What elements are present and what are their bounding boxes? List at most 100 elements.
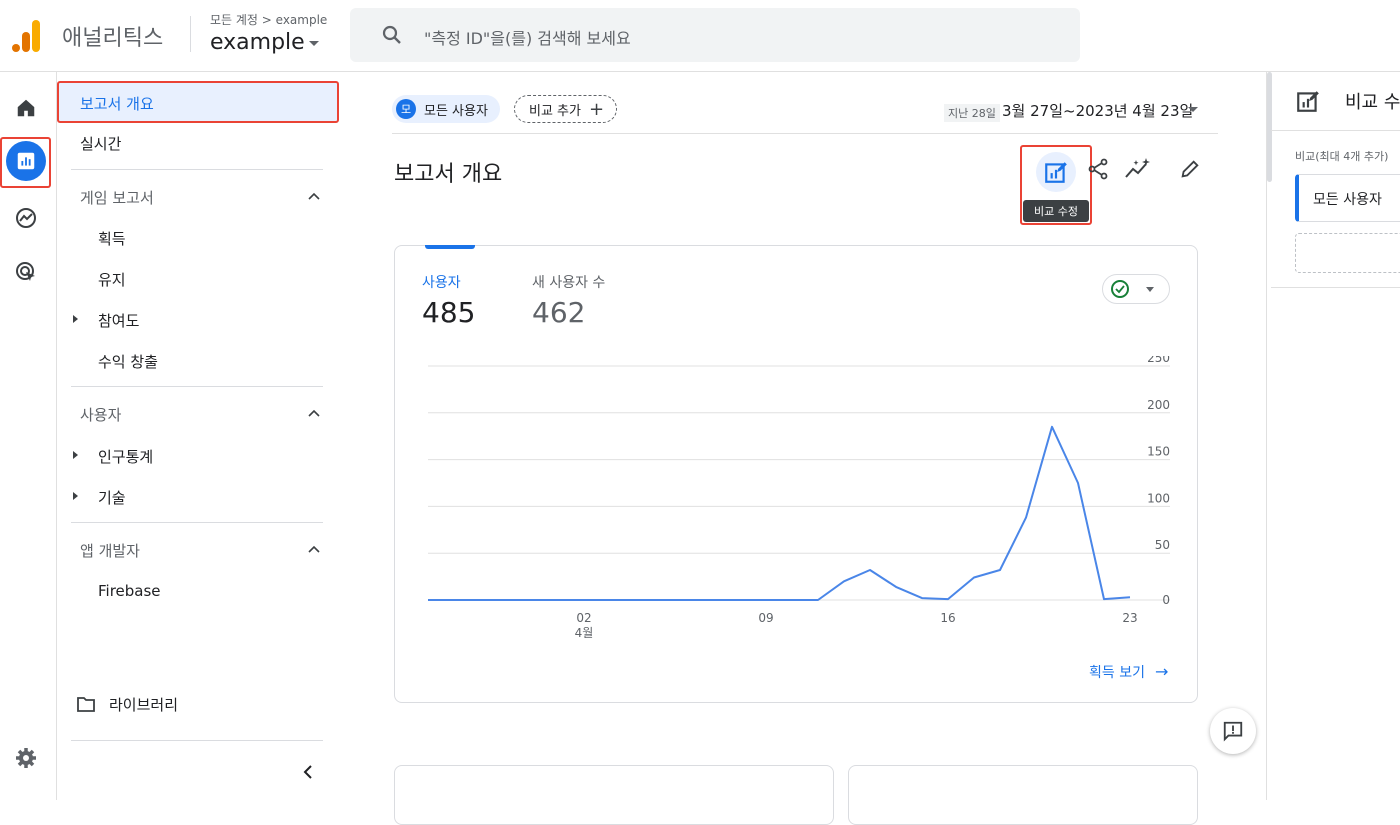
comparison-chip-all-users[interactable]: 모 모든 사용자 <box>392 95 500 123</box>
sidebar-item-retention[interactable]: 유지 <box>98 269 126 290</box>
share-button[interactable] <box>1084 155 1112 183</box>
metric-status-dropdown[interactable] <box>1102 274 1170 304</box>
folder-icon <box>77 697 95 712</box>
insights-button[interactable] <box>1124 155 1152 183</box>
page-title: 보고서 개요 <box>394 162 503 187</box>
edit-button[interactable] <box>1176 155 1204 183</box>
search-icon <box>382 25 401 44</box>
sidebar-section-game-reports[interactable]: 게임 보고서 <box>80 187 154 208</box>
expand-arrow-icon[interactable] <box>73 492 78 500</box>
main-content: 모 모든 사용자 비교 추가 + 지난 28일 3월 27일~2023년 4월 … <box>340 72 1266 825</box>
dropdown-caret-icon <box>308 40 319 46</box>
x-tick-label: 09 <box>758 611 773 625</box>
y-tick-label: 200 <box>1147 398 1170 412</box>
date-prefix: 지난 28일 <box>944 104 1000 122</box>
divider <box>71 386 323 387</box>
link-label: 획득 보기 <box>1089 665 1145 681</box>
search-placeholder: "측정 ID"을(를) 검색해 보세요 <box>424 29 631 48</box>
divider <box>392 133 1218 134</box>
account-selector[interactable]: example <box>210 30 319 55</box>
add-comparison-button[interactable]: 비교 추가 + <box>514 95 618 123</box>
scrollbar[interactable] <box>1267 72 1272 182</box>
target-cursor-icon <box>16 262 35 281</box>
y-tick-label: 100 <box>1147 491 1170 505</box>
check-circle-icon <box>1111 280 1129 298</box>
advertising-button[interactable] <box>6 252 46 292</box>
chevron-up-icon[interactable] <box>307 189 321 203</box>
sidebar-section-user[interactable]: 사용자 <box>80 404 121 425</box>
date-range-selector[interactable]: 3월 27일~2023년 4월 23일 <box>1002 100 1193 121</box>
divider <box>71 169 323 170</box>
chevron-up-icon[interactable] <box>307 542 321 556</box>
bottom-card-right <box>848 765 1198 825</box>
metric-value-new-users: 462 <box>532 296 586 329</box>
sidebar-item-monetization[interactable]: 수익 창출 <box>98 351 158 372</box>
sidebar-section-app-developer[interactable]: 앱 개발자 <box>80 540 140 561</box>
sidebar-item-label: 보고서 개요 <box>80 95 154 113</box>
home-button[interactable] <box>6 88 46 128</box>
chevron-up-icon[interactable] <box>307 406 321 420</box>
feedback-button[interactable] <box>1210 708 1256 754</box>
feedback-icon <box>1223 721 1243 742</box>
account-name: example <box>210 30 305 55</box>
collapse-chevron-icon[interactable] <box>300 764 316 780</box>
metric-tab-new-users[interactable]: 새 사용자 수 <box>532 272 605 292</box>
divider <box>1271 130 1400 131</box>
dropdown-caret-icon[interactable] <box>1188 107 1198 112</box>
y-tick-label: 250 <box>1147 356 1170 365</box>
reports-highlight <box>0 137 51 188</box>
left-rail <box>0 72 57 800</box>
top-bar: 애널리틱스 모든 계정 > example example "측정 ID"을(를… <box>0 0 1400 72</box>
sidebar-item-engagement[interactable]: 참여도 <box>98 310 139 331</box>
y-tick-label: 150 <box>1147 445 1170 459</box>
comparison-side-panel: 비교 수정 비교(최대 4개 추가) 모든 사용자 <box>1266 72 1400 800</box>
sidebar-nav: 보고서 개요 실시간 게임 보고서 획득 유지 참여도 수익 창출 사용자 인구… <box>57 72 339 800</box>
bottom-card-left <box>394 765 834 825</box>
share-icon <box>1088 158 1108 180</box>
insights-sparkle-icon <box>1125 158 1150 178</box>
panel-subtitle: 비교(최대 4개 추가) <box>1295 150 1389 163</box>
y-tick-label: 0 <box>1162 593 1170 607</box>
add-comparison-slot[interactable] <box>1295 233 1400 273</box>
comparison-item-all-users[interactable]: 모든 사용자 <box>1295 174 1400 222</box>
sidebar-item-tech[interactable]: 기술 <box>98 487 126 508</box>
chip-label: 모든 사용자 <box>424 103 488 119</box>
app-title[interactable]: 애널리틱스 <box>62 20 163 52</box>
sidebar-item-realtime[interactable]: 실시간 <box>80 133 121 154</box>
metric-value-users: 485 <box>422 296 476 329</box>
sidebar-item-library[interactable]: 라이브러리 <box>109 694 178 715</box>
x-tick-label: 16 <box>940 611 955 625</box>
users-line-chart: 0 50 100 150 200 250 024월 09 16 23 <box>428 356 1170 640</box>
selected-metric-indicator <box>425 245 475 249</box>
expand-arrow-icon[interactable] <box>73 315 78 323</box>
expand-arrow-icon[interactable] <box>73 451 78 459</box>
explore-icon <box>16 208 36 228</box>
x-tick-label: 23 <box>1122 611 1137 625</box>
sidebar-item-firebase[interactable]: Firebase <box>98 582 161 600</box>
users-chart-card: 사용자 485 새 사용자 수 462 0 50 100 150 200 250 02 4월 0… <box>394 245 1198 703</box>
metric-tab-users[interactable]: 사용자 <box>422 272 461 292</box>
gear-icon <box>16 748 36 768</box>
x-tick-sublabel: 4월 <box>575 626 594 640</box>
divider <box>1271 287 1400 288</box>
sidebar-item-demographics[interactable]: 인구통계 <box>98 446 153 467</box>
divider <box>71 740 323 741</box>
edit-comparison-icon <box>1297 91 1319 112</box>
plus-icon: + <box>588 98 605 120</box>
metric-label: 새 사용자 수 <box>532 275 606 291</box>
analytics-logo-icon[interactable] <box>12 18 40 52</box>
account-breadcrumb[interactable]: 모든 계정 > example <box>210 11 327 28</box>
dropdown-caret-icon <box>1146 287 1154 292</box>
settings-button[interactable] <box>6 738 46 778</box>
pencil-icon <box>1181 160 1199 178</box>
sidebar-item-reports-snapshot[interactable]: 보고서 개요 <box>57 81 339 123</box>
view-acquisition-link[interactable]: 획득 보기 → <box>1089 662 1168 682</box>
sidebar-item-acquisition[interactable]: 획득 <box>98 228 126 249</box>
search-bar[interactable]: "측정 ID"을(를) 검색해 보세요 <box>350 8 1080 62</box>
y-tick-label: 50 <box>1155 538 1170 552</box>
explore-button[interactable] <box>6 198 46 238</box>
avatar: 모 <box>396 99 416 119</box>
chip-label: 비교 추가 <box>529 103 581 119</box>
tooltip: 비교 수정 <box>1023 200 1089 222</box>
divider <box>71 522 323 523</box>
